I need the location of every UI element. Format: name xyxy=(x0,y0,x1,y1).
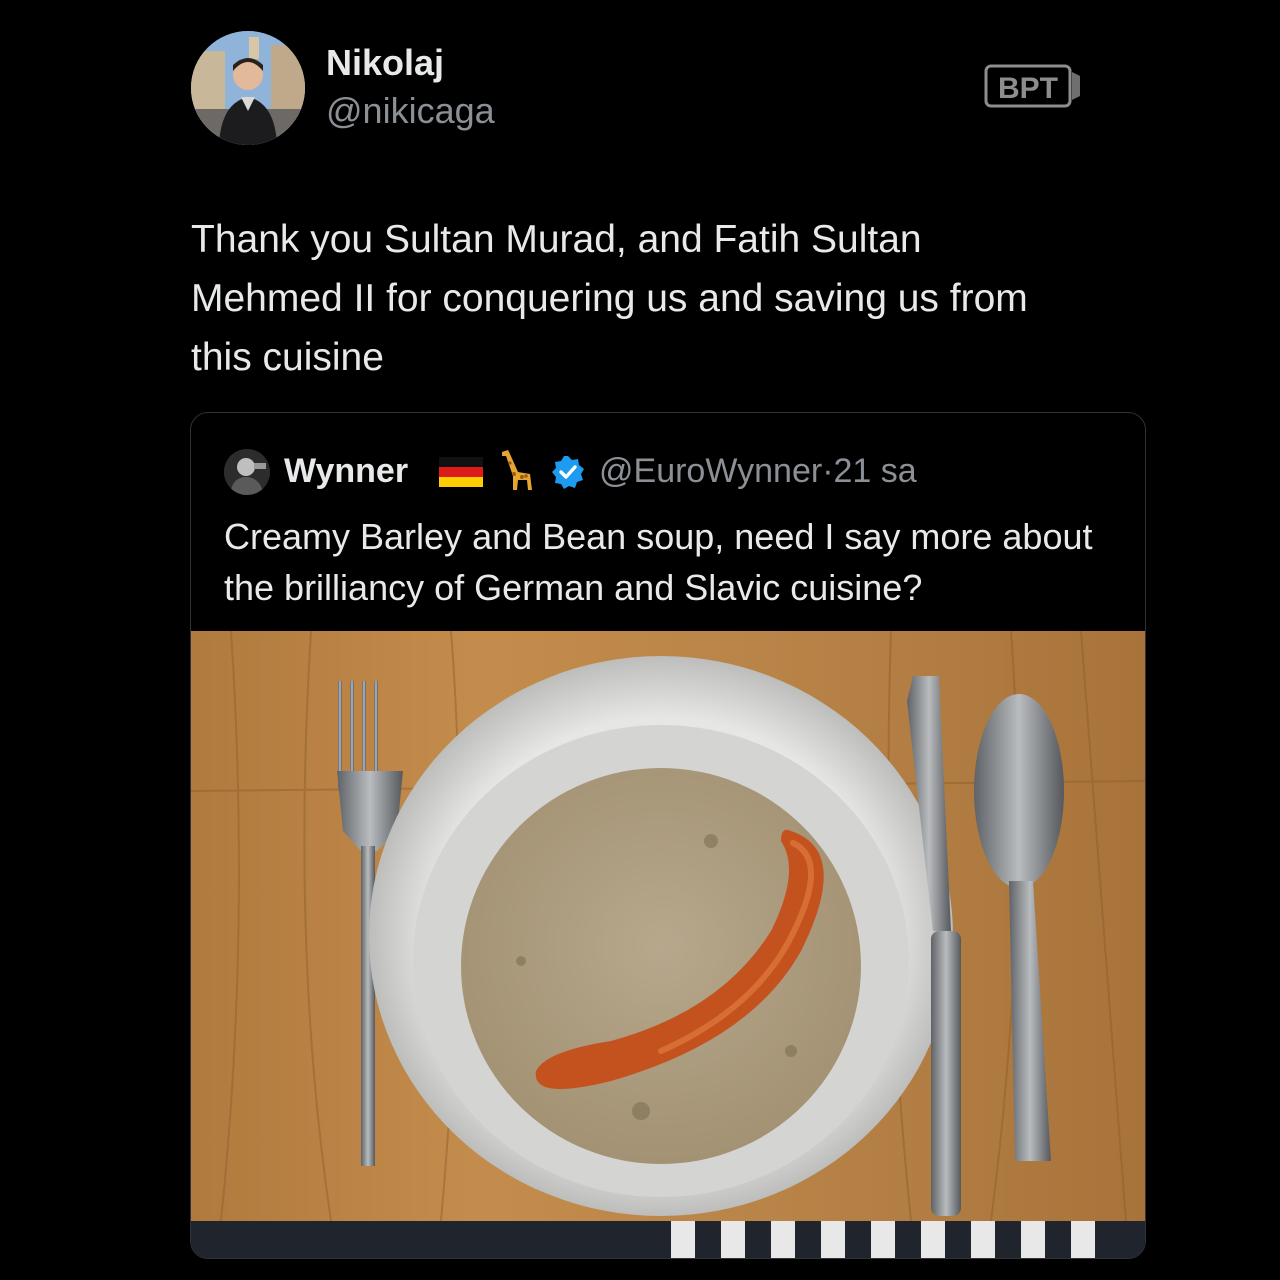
quoted-tweet-text: Creamy Barley and Bean soup, need I say … xyxy=(224,516,1093,608)
author-name[interactable]: Nikolaj xyxy=(326,42,444,84)
quoted-tweet-card[interactable]: Wynner @EuroWynner·21 sa Creamy Barley a… xyxy=(190,412,1146,1259)
quoted-author-handle[interactable]: @EuroWynner xyxy=(599,452,822,490)
author-handle[interactable]: @nikicaga xyxy=(326,90,495,132)
tweet-text: Thank you Sultan Murad, and Fatih Sultan… xyxy=(191,218,1028,379)
quoted-tweet-time[interactable]: 21 sa xyxy=(834,452,917,490)
quoted-tweet-photo[interactable] xyxy=(191,631,1145,1258)
author-avatar[interactable] xyxy=(191,31,305,145)
germany-flag-icon xyxy=(439,457,483,487)
verified-badge-icon xyxy=(551,455,585,489)
svg-text:BPT: BPT xyxy=(998,72,1058,105)
quoted-author-meta[interactable]: @EuroWynner·21 sa xyxy=(599,452,917,491)
quoted-author-name[interactable]: Wynner xyxy=(284,452,408,491)
quoted-author-avatar[interactable] xyxy=(224,449,270,495)
giraffe-icon xyxy=(496,446,536,494)
watermark-logo: BPT xyxy=(984,62,1084,112)
meta-separator: · xyxy=(822,452,834,490)
